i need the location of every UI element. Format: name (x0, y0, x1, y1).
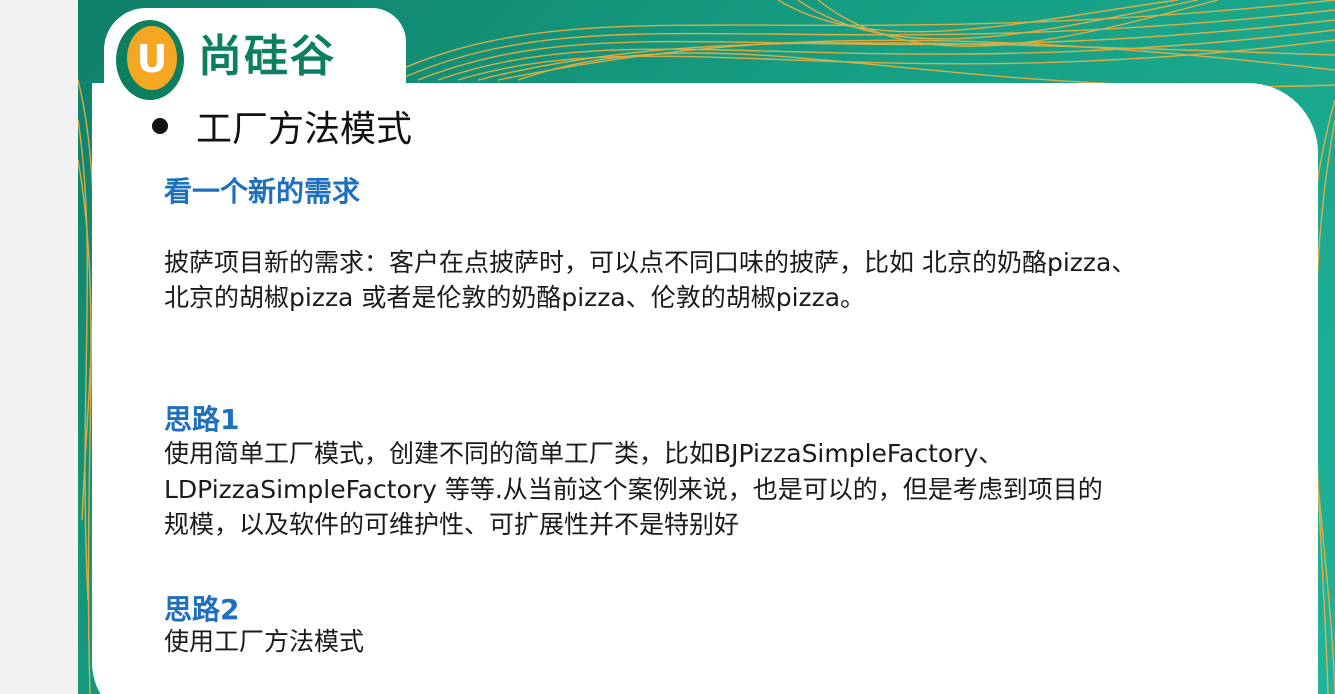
requirement-line-2: 北京的胡椒pizza 或者是伦敦的奶酪pizza、伦敦的胡椒pizza。 (164, 283, 866, 312)
requirement-heading: 看一个新的需求 (164, 175, 361, 208)
idea1-line-1: 使用简单工厂模式，创建不同的简单工厂类，比如BJPizzaSimpleFacto… (164, 439, 1004, 468)
bullet-icon (152, 118, 168, 134)
requirement-line-1: 披萨项目新的需求：客户在点披萨时，可以点不同口味的披萨，比如 北京的奶酪pizz… (164, 248, 1137, 277)
idea2-heading: 思路2 (164, 593, 240, 626)
idea2-line-1: 使用工厂方法模式 (164, 627, 365, 656)
idea1-line-2: LDPizzaSimpleFactory 等等.从当前这个案例来说，也是可以的，… (164, 475, 1103, 504)
idea1-line-3: 规模，以及软件的可维护性、可扩展性并不是特别好 (164, 510, 740, 539)
title-row: 工厂方法模式 (152, 100, 412, 152)
idea1-heading: 思路1 (164, 403, 240, 436)
page-title: 工厂方法模式 (196, 109, 413, 150)
slide-content: 工厂方法模式 看一个新的需求 披萨项目新的需求：客户在点披萨时，可以点不同口味的… (78, 0, 1335, 694)
